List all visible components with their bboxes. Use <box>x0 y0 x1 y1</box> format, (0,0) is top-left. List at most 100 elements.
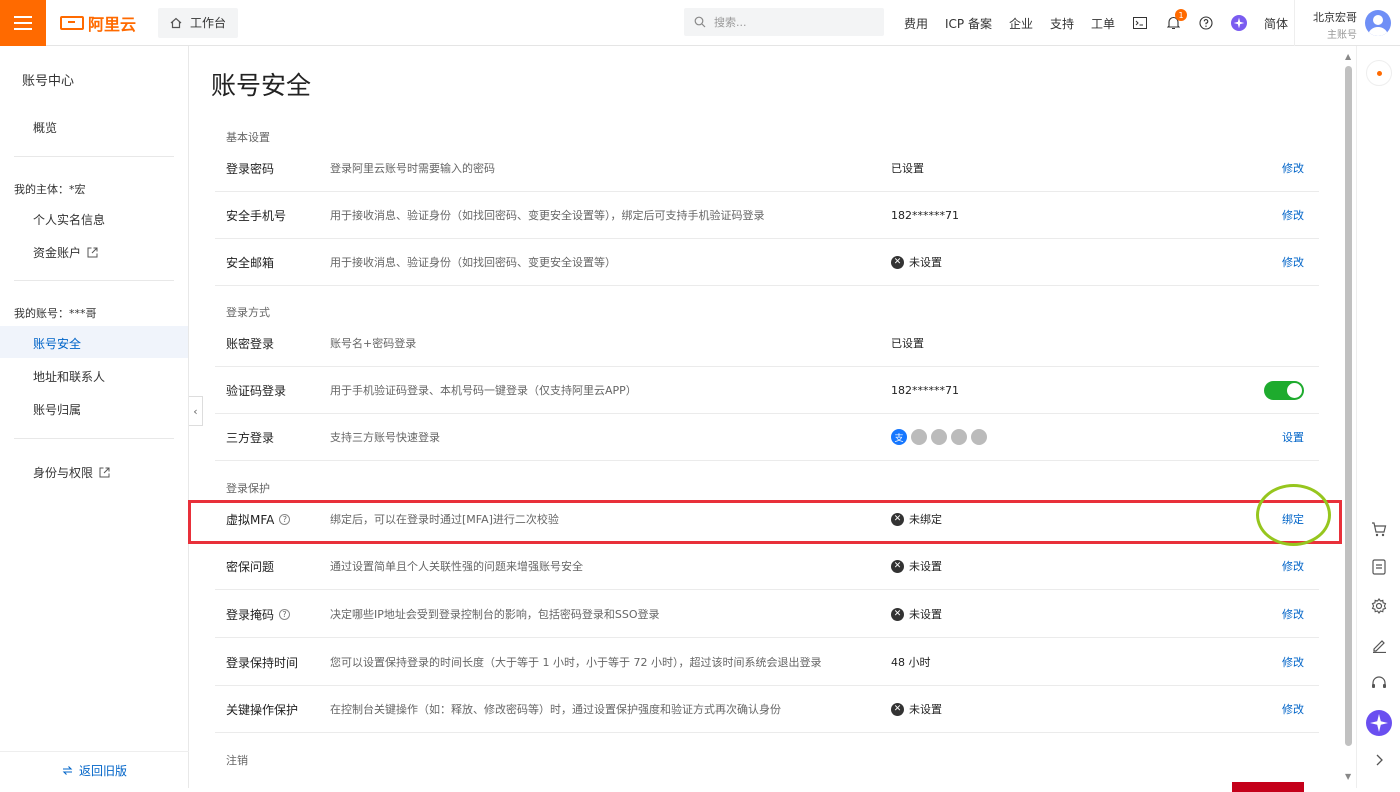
setting-name: 登录掩码? <box>226 606 291 623</box>
nav-link-enterprise[interactable]: 企业 <box>1009 15 1033 32</box>
edit-icon[interactable] <box>1369 635 1389 655</box>
section-login: 登录方式 <box>226 306 270 319</box>
not-set-icon: ✕ <box>891 607 904 621</box>
setting-row-code-login: 验证码登录 用于手机验证码登录、本机号码一键登录（仅支持阿里云APP） 182*… <box>215 367 1319 414</box>
setting-name: 验证码登录 <box>226 383 287 398</box>
not-set-icon: ✕ <box>891 559 904 573</box>
nav-link-billing[interactable]: 费用 <box>904 15 928 32</box>
setting-desc: 决定哪些IP地址会受到登录控制台的影响，包括密码登录和SSO登录 <box>330 608 660 621</box>
setting-row-phone: 安全手机号 用于接收消息、验证身份（如找回密码、变更安全设置等），绑定后可支持手… <box>215 192 1319 239</box>
modify-email-link[interactable]: 修改 <box>1282 254 1304 270</box>
status-dot-icon[interactable] <box>1366 60 1392 86</box>
back-to-old-label: 返回旧版 <box>78 763 127 778</box>
third-party-icons: 支 <box>891 429 987 445</box>
page-title: 账号安全 <box>211 71 312 100</box>
sidebar-item-identity[interactable]: 身份与权限 <box>33 464 110 481</box>
user-role: 主账号 <box>1327 30 1357 41</box>
home-icon <box>170 17 182 28</box>
scrollbar-thumb[interactable] <box>1345 66 1352 746</box>
search-input[interactable]: 搜索... <box>684 8 884 36</box>
nav-link-icp[interactable]: ICP 备案 <box>945 15 992 32</box>
scrollbar[interactable]: ▲ ▼ <box>1343 46 1355 788</box>
status-text: 未设置 <box>909 608 942 621</box>
setting-status: 已设置 <box>891 337 924 350</box>
cart-icon[interactable] <box>1369 519 1389 539</box>
setting-name: 安全邮箱 <box>226 255 275 270</box>
sidebar-active-highlight <box>0 326 188 358</box>
sidebar-item-funds[interactable]: 资金账户 <box>33 244 98 261</box>
sidebar-item-ownership[interactable]: 账号归属 <box>33 401 81 418</box>
modify-phone-link[interactable]: 修改 <box>1282 207 1304 223</box>
main-content: 账号安全 基本设置 登录密码 登录阿里云账号时需要输入的密码 已设置 修改 安全… <box>190 46 1340 788</box>
sidebar-item-realname[interactable]: 个人实名信息 <box>33 211 105 228</box>
sidebar-group-subject: 我的主体：*宏 <box>14 183 86 196</box>
question-icon[interactable]: ? <box>279 608 291 620</box>
modify-question-link[interactable]: 修改 <box>1282 558 1304 574</box>
sidebar-group-account: 我的账号：***哥 <box>14 307 97 320</box>
nav-link-support[interactable]: 支持 <box>1050 15 1074 32</box>
workbench-label: 工作台 <box>190 16 227 30</box>
top-bar: 阿里云 工作台 搜索... 费用 ICP 备案 企业 支持 工单 1 简体 北京… <box>0 0 1400 46</box>
setting-desc: 用于接收消息、验证身份（如找回密码、变更安全设置等），绑定后可支持手机验证码登录 <box>330 209 765 222</box>
setting-name: 关键操作保护 <box>226 702 299 717</box>
aliyun-logo-icon <box>60 15 84 30</box>
workbench-button[interactable]: 工作台 <box>158 7 239 38</box>
bell-icon[interactable]: 1 <box>1165 9 1188 31</box>
divider <box>14 438 174 439</box>
language-switch[interactable]: 简体 <box>1264 15 1288 32</box>
menu-button[interactable] <box>0 0 46 46</box>
setting-status: 已设置 <box>891 162 924 175</box>
right-toolbar <box>1356 46 1400 788</box>
highlight-circle-bind <box>1256 484 1331 546</box>
setting-name: 安全手机号 <box>226 208 287 223</box>
setting-desc: 在控制台关键操作（如：释放、修改密码等）时，通过设置保护强度和验证方式再次确认身… <box>330 703 781 716</box>
cancel-account-button[interactable] <box>1232 782 1304 792</box>
modify-duration-link[interactable]: 修改 <box>1282 654 1304 670</box>
modify-password-link[interactable]: 修改 <box>1282 160 1304 176</box>
weibo-icon <box>971 429 987 445</box>
setting-desc: 登录阿里云账号时需要输入的密码 <box>330 162 495 175</box>
aliyun-logo[interactable]: 阿里云 <box>60 11 136 35</box>
scroll-down-icon[interactable]: ▼ <box>1345 772 1351 781</box>
setup-third-party-link[interactable]: 设置 <box>1282 429 1304 445</box>
user-menu[interactable]: 北京宏哥 主账号 <box>1294 0 1400 46</box>
code-login-toggle[interactable] <box>1264 380 1304 400</box>
modify-mask-link[interactable]: 修改 <box>1282 606 1304 622</box>
help-icon[interactable] <box>1198 15 1214 31</box>
sidebar-title: 账号中心 <box>22 74 75 89</box>
not-set-icon: ✕ <box>891 702 904 716</box>
terminal-icon[interactable] <box>1132 15 1148 31</box>
setting-row-password: 登录密码 登录阿里云账号时需要输入的密码 已设置 修改 <box>215 145 1319 192</box>
headset-icon[interactable] <box>1369 673 1389 693</box>
divider <box>14 156 174 157</box>
document-icon[interactable] <box>1369 557 1389 577</box>
setting-row-password-login: 账密登录 账号名+密码登录 已设置 <box>215 320 1319 367</box>
sidebar-item-identity-label: 身份与权限 <box>33 466 94 480</box>
user-name: 北京宏哥 <box>1313 11 1357 24</box>
back-to-old-version[interactable]: 返回旧版 <box>0 751 189 788</box>
setting-name: 登录密码 <box>226 161 275 176</box>
top-nav: 费用 ICP 备案 企业 支持 工单 1 简体 <box>904 0 1305 46</box>
sidebar-item-funds-label: 资金账户 <box>33 246 82 260</box>
setting-status: 182******71 <box>891 383 959 397</box>
setting-desc: 支持三方账号快速登录 <box>330 431 440 444</box>
sidebar-item-security[interactable]: 账号安全 <box>33 335 81 352</box>
ai-assistant-icon[interactable] <box>1231 15 1248 31</box>
ai-assistant-icon[interactable] <box>1366 710 1392 736</box>
wechat-icon <box>951 429 967 445</box>
gear-icon[interactable] <box>1369 596 1389 616</box>
sidebar-item-address[interactable]: 地址和联系人 <box>33 368 105 385</box>
section-basic: 基本设置 <box>226 131 270 144</box>
sidebar: 账号中心 概览 我的主体：*宏 个人实名信息 资金账户 我的账号：***哥 账号… <box>0 46 189 788</box>
setting-row-login-mask: 登录掩码? 决定哪些IP地址会受到登录控制台的影响，包括密码登录和SSO登录 ✕… <box>215 591 1319 638</box>
status-text: 未设置 <box>909 703 942 716</box>
sidebar-item-overview[interactable]: 概览 <box>33 119 57 136</box>
setting-status: ✕ 未设置 <box>891 558 942 574</box>
avatar[interactable] <box>1365 10 1391 36</box>
chevron-right-icon[interactable] <box>1369 750 1389 770</box>
status-text: 未设置 <box>909 560 942 573</box>
modify-protection-link[interactable]: 修改 <box>1282 701 1304 717</box>
setting-name: 登录保持时间 <box>226 655 299 670</box>
scroll-up-icon[interactable]: ▲ <box>1345 52 1351 61</box>
nav-link-ticket[interactable]: 工单 <box>1091 15 1115 32</box>
